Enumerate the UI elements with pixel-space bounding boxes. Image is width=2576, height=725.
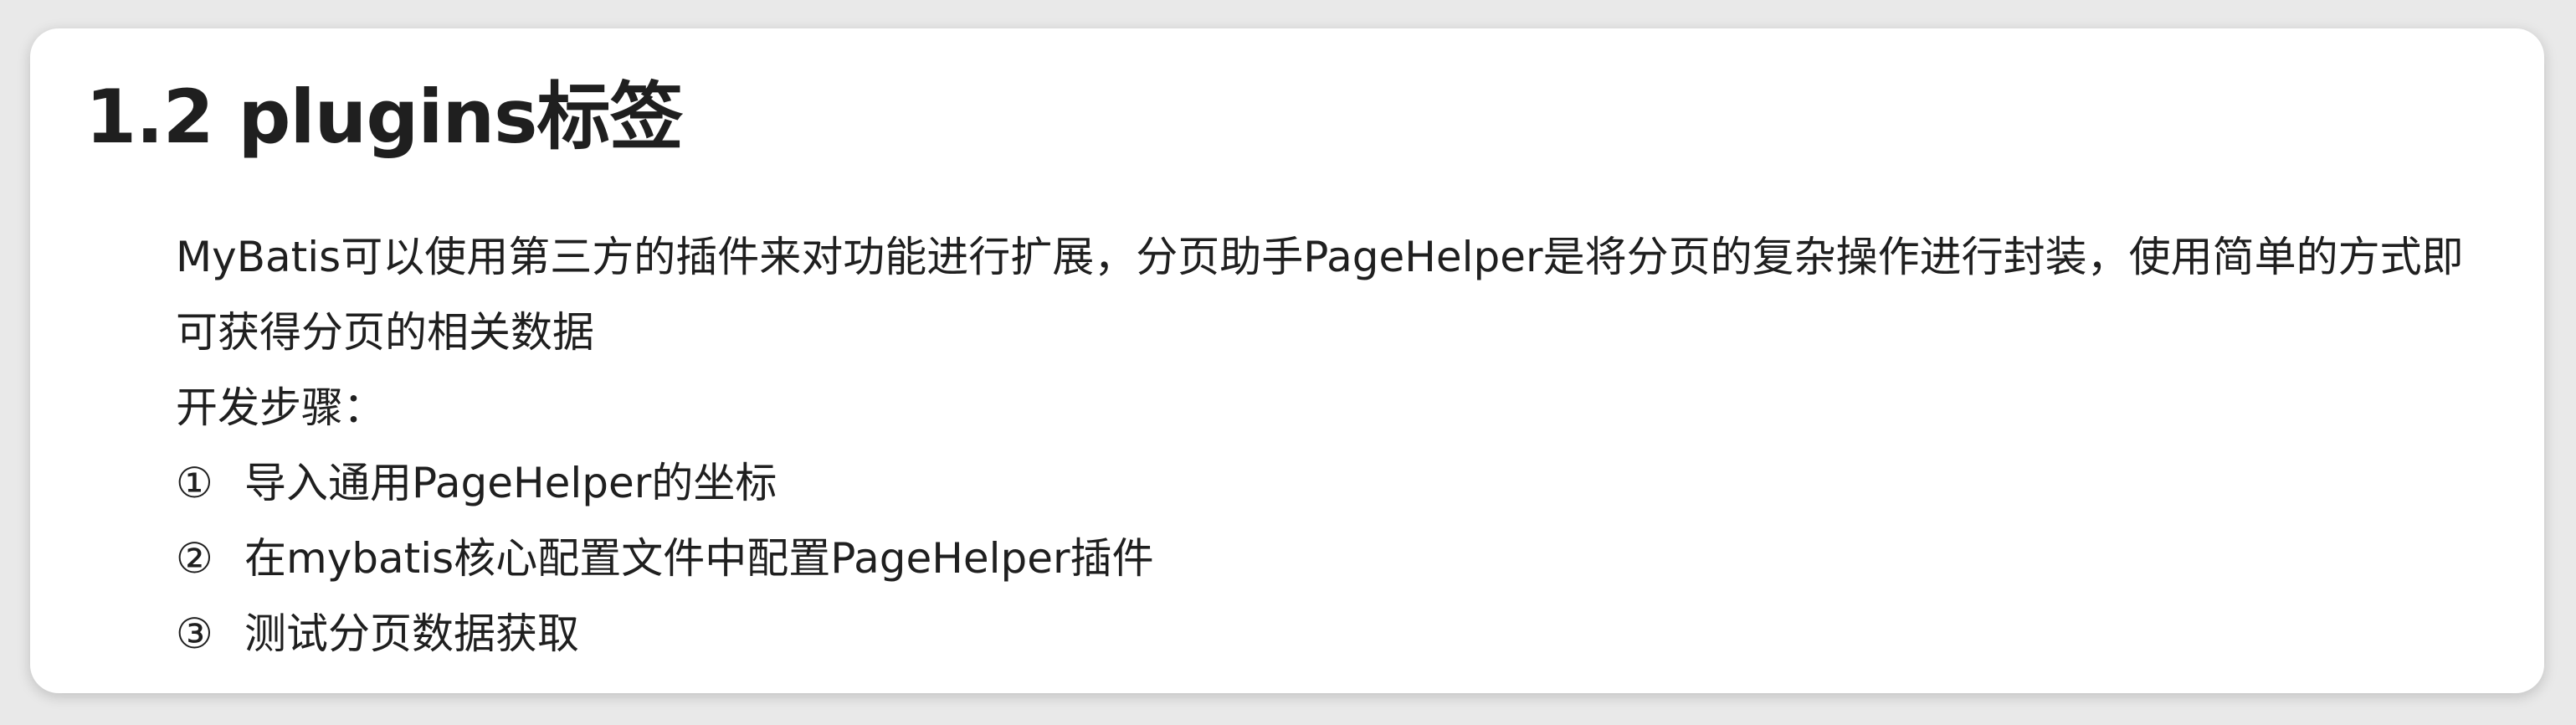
paragraph-line-1: MyBatis可以使用第三方的插件来对功能进行扩展，分页助手PageHelper… xyxy=(176,233,2464,281)
step-text: 测试分页数据获取 xyxy=(244,609,579,658)
document-card: 1.2 plugins标签 MyBatis可以使用第三方的插件来对功能进行扩展，… xyxy=(30,28,2544,693)
steps-heading: 开发步骤： xyxy=(176,383,385,432)
step-text: 导入通用PageHelper的坐标 xyxy=(244,459,777,507)
step-item-2: ② 在mybatis核心配置文件中配置PageHelper插件 xyxy=(176,521,2486,596)
section-title: 1.2 plugins标签 xyxy=(85,74,684,160)
paragraph-line-2: 可获得分页的相关数据 xyxy=(176,308,594,357)
step-text: 在mybatis核心配置文件中配置PageHelper插件 xyxy=(244,534,1154,583)
step-number: ③ xyxy=(176,609,213,658)
step-number: ① xyxy=(176,459,213,507)
step-item-3: ③ 测试分页数据获取 xyxy=(176,596,2486,671)
step-item-1: ① 导入通用PageHelper的坐标 xyxy=(176,445,2486,521)
document-body: MyBatis可以使用第三方的插件来对功能进行扩展，分页助手PageHelper… xyxy=(176,219,2486,671)
step-number: ② xyxy=(176,534,213,583)
